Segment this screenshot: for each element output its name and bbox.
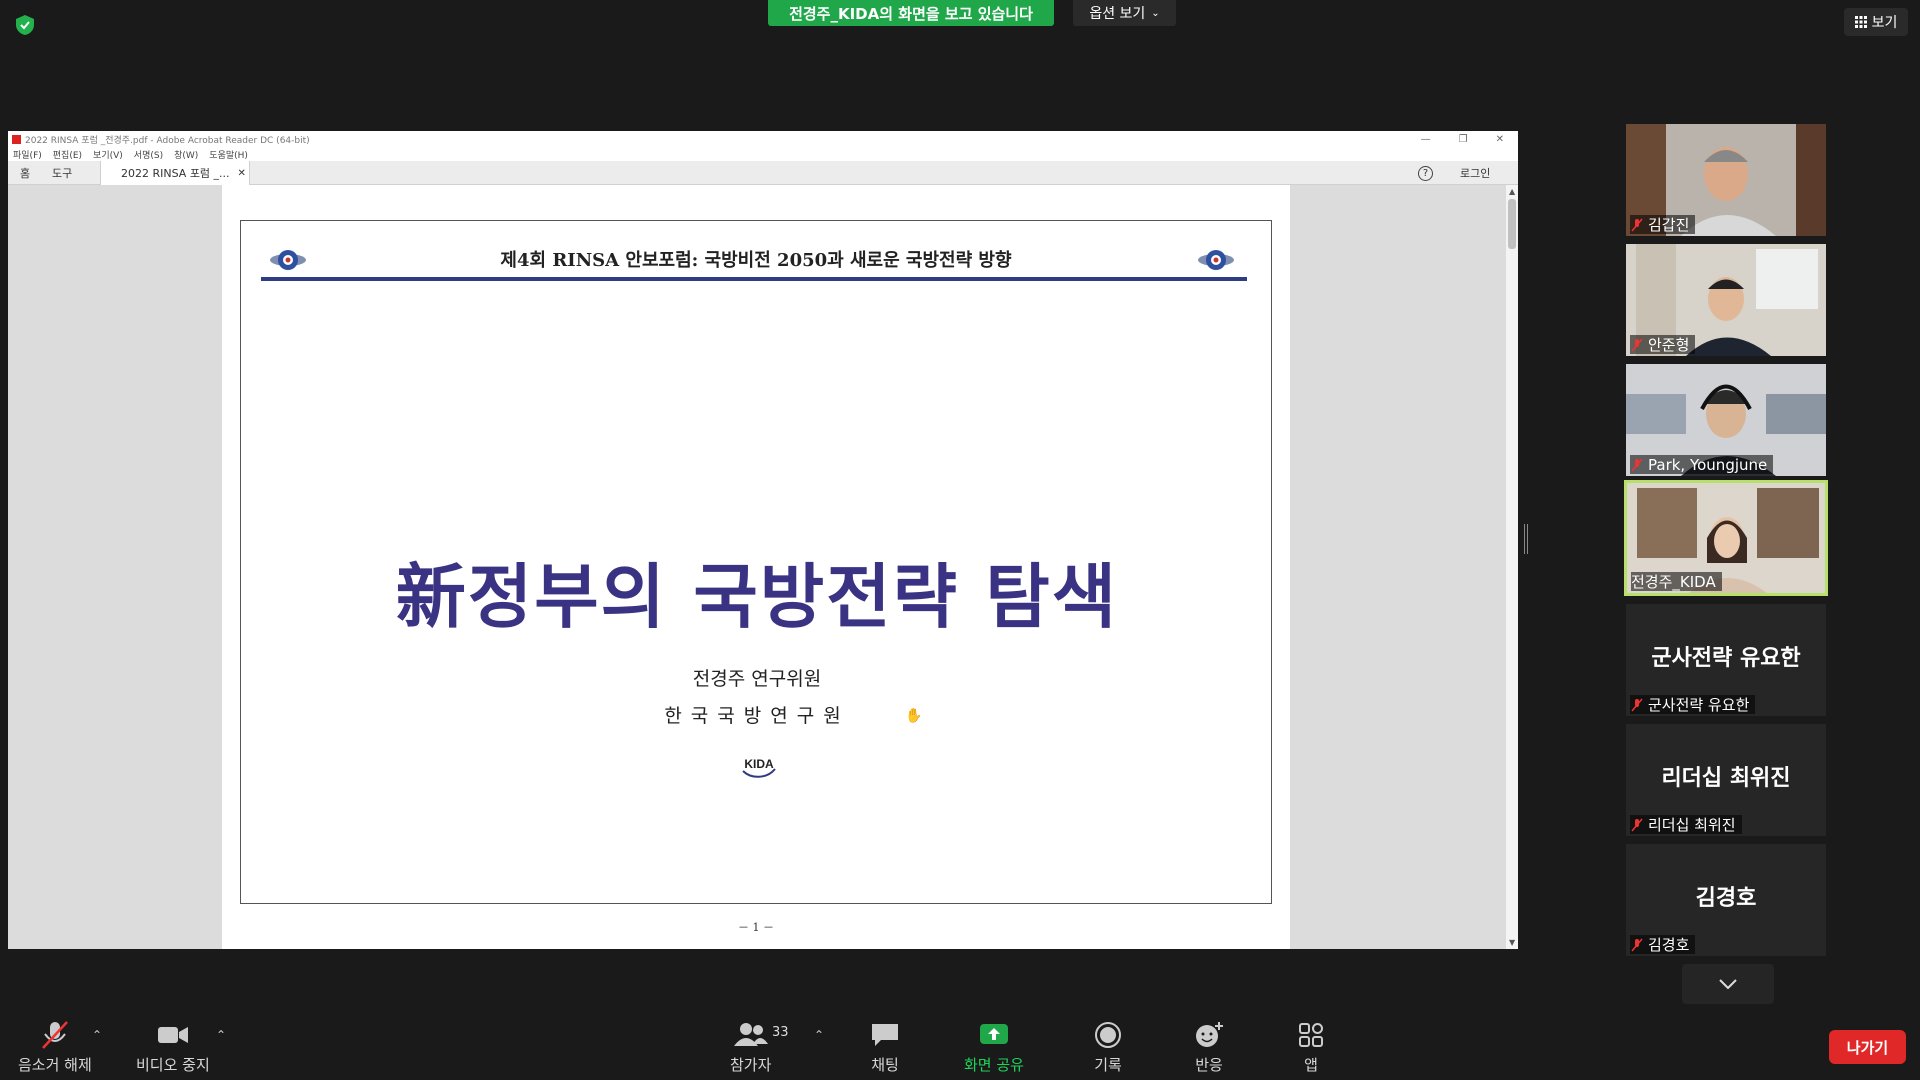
mic-muted-icon xyxy=(1631,218,1643,231)
view-options-button[interactable]: 옵션 보기 ⌄ xyxy=(1073,0,1176,26)
kida-logo-text: KIDA xyxy=(744,757,774,771)
participants-button[interactable]: 참가자 xyxy=(730,1020,771,1075)
tab-document[interactable]: 2022 RINSA 포럼 _... ✕ xyxy=(100,161,250,185)
mic-muted-icon xyxy=(1631,338,1643,351)
participant-tile[interactable]: 김갑진 xyxy=(1626,124,1826,236)
menu-window[interactable]: 창(W) xyxy=(174,148,198,161)
video-camera-icon xyxy=(157,1027,188,1043)
participant-tile[interactable]: 안준형 xyxy=(1626,244,1826,356)
window-title: 2022 RINSA 포럼 _전경주.pdf - Adobe Acrobat R… xyxy=(25,135,310,146)
gallery-scroll-down-button[interactable] xyxy=(1682,964,1774,1004)
apps-button[interactable]: 앱 xyxy=(1296,1020,1326,1075)
header-rule xyxy=(261,277,1247,281)
smiley-add-icon xyxy=(1196,1022,1223,1047)
participant-name-label: Park, Youngjune xyxy=(1630,455,1774,474)
close-tab-icon[interactable]: ✕ xyxy=(238,168,246,179)
grid-icon xyxy=(1854,16,1867,28)
scroll-down-icon[interactable]: ▼ xyxy=(1509,938,1515,947)
participant-display-name: 리더십 최위진 xyxy=(1661,766,1791,791)
pdf-page: 제4회 RINSA 안보포럼: 국방비전 2050과 새로운 국방전략 방향 新… xyxy=(222,185,1290,949)
chat-bubble-icon xyxy=(872,1024,898,1046)
rinsa-emblem-icon xyxy=(1197,243,1235,277)
acrobat-app-icon xyxy=(12,134,21,144)
document-tab-label: 2022 RINSA 포럼 _... xyxy=(121,167,230,180)
participant-tile[interactable]: Park, Youngjune xyxy=(1626,364,1826,476)
restore-icon[interactable]: ❐ xyxy=(1459,134,1468,145)
scroll-up-icon[interactable]: ▲ xyxy=(1509,187,1515,196)
participant-display-name: 군사전략 유요한 xyxy=(1651,646,1801,671)
resize-handle[interactable] xyxy=(1524,524,1528,554)
participant-name-label: 리더십 최위진 xyxy=(1630,815,1742,834)
tab-tools[interactable]: 도구 xyxy=(52,161,72,185)
mic-muted-icon xyxy=(1631,938,1643,951)
participant-tile-active-speaker[interactable]: 전경주_KIDA xyxy=(1624,480,1828,596)
menu-sign[interactable]: 서명(S) xyxy=(134,148,163,161)
mic-muted-icon xyxy=(41,1021,68,1049)
mic-muted-icon xyxy=(1631,818,1643,831)
view-label: 보기 xyxy=(1871,15,1898,31)
participant-name-label: 군사전략 유요한 xyxy=(1630,695,1756,714)
slide-title: 新정부의 국방전략 탐색 xyxy=(395,556,1119,638)
menu-file[interactable]: 파일(F) xyxy=(13,148,42,161)
minimize-icon[interactable]: — xyxy=(1421,134,1431,145)
chat-button[interactable]: 채팅 xyxy=(869,1020,901,1075)
kida-logo: KIDA xyxy=(737,751,781,781)
menu-view[interactable]: 보기(V) xyxy=(93,148,123,161)
acrobat-titlebar: 2022 RINSA 포럼 _전경주.pdf - Adobe Acrobat R… xyxy=(8,131,1518,147)
security-shield-icon[interactable] xyxy=(14,14,36,36)
audio-options-caret-icon[interactable]: ⌃ xyxy=(92,1028,102,1042)
participant-name-label: 안준형 xyxy=(1630,335,1696,354)
login-button[interactable]: 로그인 xyxy=(1460,161,1490,185)
acrobat-menubar: 파일(F) 편집(E) 보기(V) 서명(S) 창(W) 도움말(H) xyxy=(8,147,1518,161)
participant-tile[interactable]: 군사전략 유요한 군사전략 유요한 xyxy=(1626,604,1826,716)
chevron-down-icon xyxy=(1719,979,1737,989)
participant-name-label: 전경주_KIDA xyxy=(1631,572,1722,591)
participant-display-name: 김경호 xyxy=(1695,886,1757,911)
hand-cursor-icon: ✋ xyxy=(905,708,923,724)
menu-edit[interactable]: 편집(E) xyxy=(53,148,82,161)
participant-name-label: 김경호 xyxy=(1630,935,1696,954)
participant-count-badge: 33 xyxy=(772,1025,789,1040)
document-area[interactable]: 제4회 RINSA 안보포럼: 국방비전 2050과 새로운 국방전략 방향 新… xyxy=(8,185,1518,949)
page-number: － 1 － xyxy=(738,921,774,934)
unmute-button[interactable]: 음소거 해제 xyxy=(18,1020,92,1075)
video-options-caret-icon[interactable]: ⌃ xyxy=(216,1028,226,1042)
share-screen-button[interactable]: 화면 공유 xyxy=(964,1020,1024,1075)
apps-icon xyxy=(1299,1023,1323,1047)
slide-frame: 제4회 RINSA 안보포럼: 국방비전 2050과 새로운 국방전략 방향 新… xyxy=(240,220,1272,904)
leave-meeting-button[interactable]: 나가기 xyxy=(1829,1030,1906,1064)
mic-muted-icon xyxy=(1631,698,1643,711)
scroll-thumb[interactable] xyxy=(1508,199,1516,249)
help-icon[interactable]: ? xyxy=(1418,161,1433,185)
window-controls: — ❐ ✕ xyxy=(1421,131,1504,147)
record-icon xyxy=(1095,1022,1121,1048)
participant-tile[interactable]: 김경호 김경호 xyxy=(1626,844,1826,956)
stop-video-button[interactable]: 비디오 중지 xyxy=(136,1020,210,1075)
slide-header: 제4회 RINSA 안보포럼: 국방비전 2050과 새로운 국방전략 방향 xyxy=(500,250,1012,271)
document-scrollbar[interactable]: ▲ ▼ xyxy=(1506,185,1518,949)
organization-name: 한국국방연구원 xyxy=(664,705,850,727)
shared-acrobat-window: 2022 RINSA 포럼 _전경주.pdf - Adobe Acrobat R… xyxy=(8,131,1518,949)
view-options-label: 옵션 보기 xyxy=(1089,6,1146,22)
reactions-button[interactable]: 반응 xyxy=(1193,1020,1225,1075)
participant-name-label: 김갑진 xyxy=(1630,215,1696,234)
record-button[interactable]: 기록 xyxy=(1093,1020,1123,1075)
mic-muted-icon xyxy=(1631,458,1643,471)
presenter-name: 전경주 연구위원 xyxy=(692,668,822,690)
participant-tile[interactable]: 리더십 최위진 리더십 최위진 xyxy=(1626,724,1826,836)
close-icon[interactable]: ✕ xyxy=(1496,134,1504,145)
acrobat-tabbar: 홈 도구 2022 RINSA 포럼 _... ✕ ? 로그인 xyxy=(8,161,1518,185)
chevron-down-icon: ⌄ xyxy=(1151,7,1160,19)
share-screen-icon xyxy=(979,1024,1008,1044)
menu-help[interactable]: 도움말(H) xyxy=(209,148,248,161)
participants-options-caret-icon[interactable]: ⌃ xyxy=(814,1028,824,1042)
screen-share-banner: 전경주_KIDA의 화면을 보고 있습니다 xyxy=(768,0,1054,26)
view-layout-button[interactable]: 보기 xyxy=(1844,8,1908,36)
participants-icon xyxy=(733,1023,768,1046)
tab-home[interactable]: 홈 xyxy=(20,161,30,185)
